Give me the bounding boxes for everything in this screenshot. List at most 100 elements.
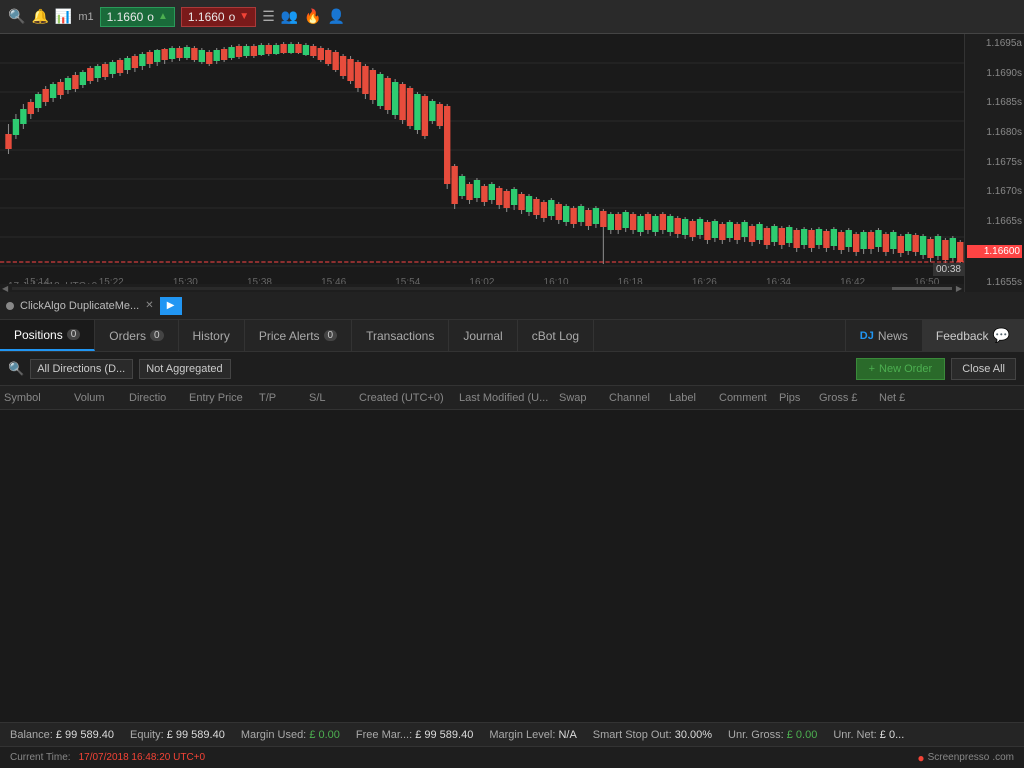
unr-gross-value: £ 0.00 [787, 729, 818, 741]
col-symbol: Symbol [4, 392, 74, 404]
buy-pct: ▲ [158, 11, 168, 22]
tab-price-alerts-badge: 0 [324, 330, 338, 341]
news-dj-label: DJ [860, 330, 874, 342]
col-comment: Comment [719, 392, 779, 404]
price-label-4: 1.1680s [967, 127, 1022, 138]
col-tp: T/P [259, 392, 309, 404]
controls-bar: 🔍 All Directions (D... Not Aggregated + … [0, 352, 1024, 386]
price-label-9: 1.1655s [967, 277, 1022, 288]
margin-level-label: Margin Level: N/A [489, 729, 576, 741]
col-pips: Pips [779, 392, 819, 404]
close-all-label: Close All [962, 363, 1005, 375]
chart-icon[interactable]: 📊 [55, 8, 72, 25]
tab-price-alerts[interactable]: Price Alerts 0 [245, 320, 352, 351]
tab-cbot[interactable]: cBot Log [518, 320, 594, 351]
new-order-label: New Order [879, 363, 932, 375]
m1-label[interactable]: m1 [78, 11, 93, 23]
indicator-play-button[interactable]: ▶ [160, 297, 182, 315]
tab-positions-badge: 0 [67, 329, 81, 340]
tab-history[interactable]: History [179, 320, 245, 351]
equity-label: Equity: £ 99 589.40 [130, 729, 225, 741]
tab-price-alerts-label: Price Alerts [259, 329, 320, 343]
col-label: Label [669, 392, 719, 404]
price-label-7: 1.1665s [967, 216, 1022, 227]
new-order-button[interactable]: + New Order [856, 358, 946, 380]
col-channel: Channel [609, 392, 669, 404]
col-volume: Volum [74, 392, 129, 404]
col-last-modified: Last Modified (U... [459, 392, 559, 404]
smart-stop-value: 30.00% [675, 729, 712, 741]
buy-price-badge[interactable]: 1.1660o ▲ [100, 7, 175, 27]
scroll-left-icon[interactable]: ◀ [2, 284, 8, 293]
sell-price-value: 1.1660 [188, 10, 225, 24]
new-order-icon: + [869, 363, 875, 375]
margin-used-value: £ 0.00 [309, 729, 340, 741]
unr-net-value: £ 0... [880, 729, 904, 741]
free-mar-label: Free Mar...: £ 99 589.40 [356, 729, 473, 741]
price-label-2: 1.1690s [967, 68, 1022, 79]
balance-label: Balance: £ 99 589.40 [10, 729, 114, 741]
price-label-5: 1.1675s [967, 157, 1022, 168]
bottom-bar: Current Time: 17/07/2018 16:48:20 UTC+0 … [0, 746, 1024, 768]
feedback-label: Feedback [936, 329, 989, 343]
col-sl: S/L [309, 392, 359, 404]
toolbar: 🔍 🔔 📊 m1 1.1660o ▲ 1.1660o ▼ ☰ 👥 🔥 👤 [0, 0, 1024, 34]
status-bar: Balance: £ 99 589.40 Equity: £ 99 589.40… [0, 722, 1024, 746]
direction-dropdown[interactable]: All Directions (D... [30, 359, 133, 379]
sell-price-suffix: o [229, 10, 236, 24]
notification-icon[interactable]: 🔔 [31, 8, 48, 25]
table-body [0, 410, 1024, 714]
person-icon[interactable]: 👤 [328, 8, 345, 25]
chart-area: 1.1695a 1.1690s 1.1685s 1.1680s 1.1675s … [0, 34, 1024, 292]
tab-news[interactable]: DJ News [845, 320, 922, 351]
balance-value: £ 99 589.40 [56, 729, 114, 741]
feedback-icon: 💬 [993, 327, 1010, 344]
col-gross: Gross £ [819, 392, 879, 404]
indicator-close-button[interactable]: ✕ [145, 300, 153, 311]
col-net: Net £ [879, 392, 939, 404]
buy-price-suffix: o [147, 10, 154, 24]
price-label-8: 1.16600 [967, 245, 1022, 258]
screenpresso-label: Screenpresso [928, 752, 990, 763]
col-swap: Swap [559, 392, 609, 404]
news-label: News [878, 329, 908, 343]
flame-icon[interactable]: 🔥 [304, 8, 321, 25]
screenpresso-domain: .com [992, 752, 1014, 763]
smart-stop-label: Smart Stop Out: 30.00% [593, 729, 712, 741]
tab-journal[interactable]: Journal [449, 320, 517, 351]
margin-level-value: N/A [558, 729, 576, 741]
scroll-right-icon[interactable]: ▶ [956, 284, 962, 293]
search-icon[interactable]: 🔍 [8, 8, 25, 25]
screenpresso-branding: ● Screenpresso .com [917, 751, 1014, 765]
filter-search-icon[interactable]: 🔍 [8, 361, 24, 377]
price-label-6: 1.1670s [967, 186, 1022, 197]
margin-used-label: Margin Used: £ 0.00 [241, 729, 340, 741]
tab-orders[interactable]: Orders 0 [95, 320, 178, 351]
tab-feedback[interactable]: Feedback 💬 [922, 320, 1024, 351]
sell-pct: ▼ [239, 11, 249, 22]
tab-positions[interactable]: Positions 0 [0, 320, 95, 351]
screenpresso-dot-icon: ● [917, 751, 924, 765]
price-label-3: 1.1685s [967, 97, 1022, 108]
tab-transactions[interactable]: Transactions [352, 320, 449, 351]
social-icon[interactable]: 👥 [281, 8, 298, 25]
aggregation-dropdown[interactable]: Not Aggregated [139, 359, 231, 379]
tab-journal-label: Journal [463, 329, 502, 343]
list-icon[interactable]: ☰ [262, 8, 275, 25]
buy-price-value: 1.1660 [107, 10, 144, 24]
tab-orders-badge: 0 [150, 330, 164, 341]
tab-positions-label: Positions [14, 328, 63, 342]
free-mar-value: £ 99 589.40 [415, 729, 473, 741]
tab-orders-label: Orders [109, 329, 146, 343]
equity-value: £ 99 589.40 [167, 729, 225, 741]
price-axis: 1.1695a 1.1690s 1.1685s 1.1680s 1.1675s … [964, 34, 1024, 292]
tab-cbot-label: cBot Log [532, 329, 579, 343]
unr-gross-label: Unr. Gross: £ 0.00 [728, 729, 817, 741]
sell-price-badge[interactable]: 1.1660 o ▼ [181, 7, 256, 27]
candlestick-chart [0, 34, 1024, 292]
indicator-dot [6, 302, 14, 310]
tab-transactions-label: Transactions [366, 329, 434, 343]
close-all-button[interactable]: Close All [951, 358, 1016, 380]
current-time-value: 17/07/2018 16:48:20 UTC+0 [79, 752, 206, 763]
table-header: Symbol Volum Directio Entry Price T/P S/… [0, 386, 1024, 410]
